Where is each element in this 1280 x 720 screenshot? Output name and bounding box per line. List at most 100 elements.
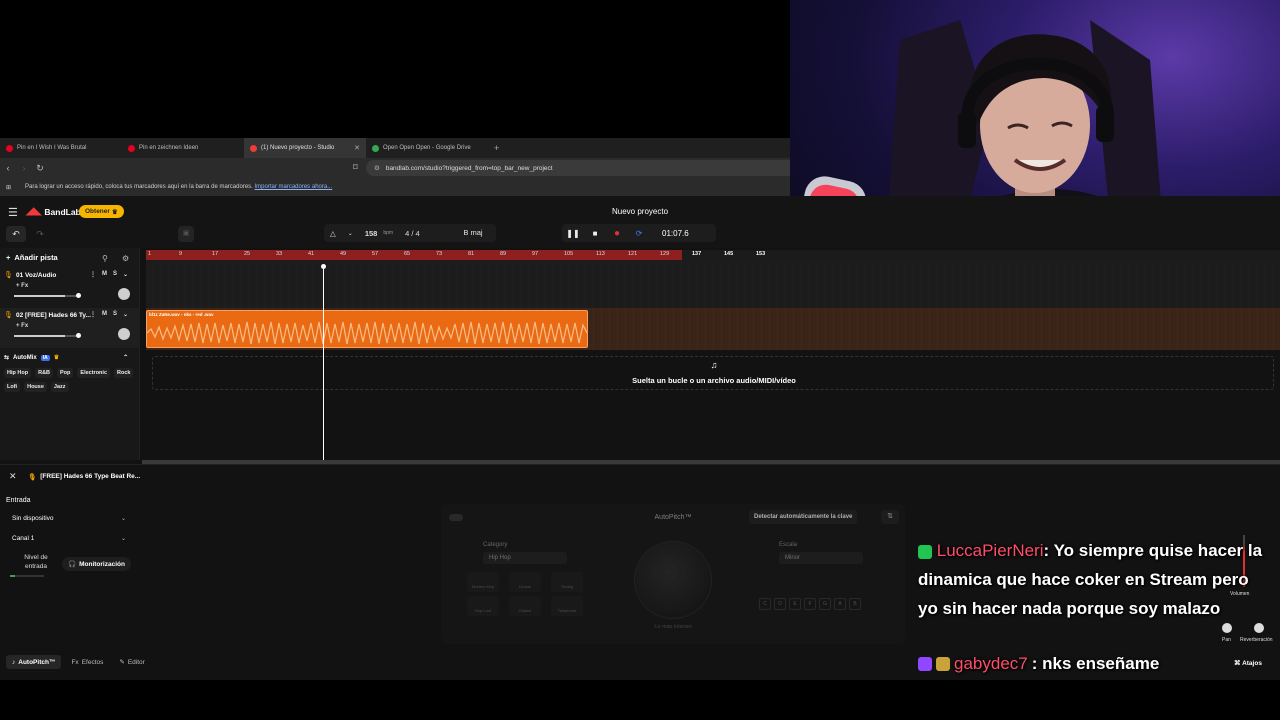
note-button[interactable]: D bbox=[774, 598, 786, 610]
tab-label: (1) Nuevo proyecto - Studio bbox=[261, 145, 335, 151]
preset-button[interactable]: Hop Lord bbox=[467, 596, 499, 616]
tab-efectos[interactable]: Fx Efectos bbox=[65, 655, 109, 669]
playhead-handle[interactable] bbox=[321, 264, 326, 269]
close-tab-icon[interactable]: ✕ bbox=[354, 144, 360, 152]
import-bookmarks-link[interactable]: Importar marcadores ahora... bbox=[255, 184, 333, 190]
autopitch-intensity-knob[interactable] bbox=[635, 542, 711, 618]
pan-knob[interactable] bbox=[118, 288, 130, 300]
chevron-down-icon[interactable]: ⌄ bbox=[342, 230, 359, 237]
sliders-icon[interactable]: ⇅ bbox=[881, 510, 899, 524]
grid-settings-icon[interactable]: ⚙ bbox=[122, 254, 129, 263]
chat-username: LuccaPierNeri bbox=[936, 541, 1044, 560]
preset-button[interactable]: Octave bbox=[509, 596, 541, 616]
tab-editor[interactable]: ✎ Editor bbox=[113, 655, 150, 669]
pan-knob[interactable] bbox=[118, 328, 130, 340]
more-icon[interactable]: ⋮ bbox=[90, 311, 96, 318]
address-bar[interactable]: ⚙ bandlab.com/studio?triggered_from=top_… bbox=[366, 160, 790, 176]
undo-button[interactable]: ↶ bbox=[6, 226, 26, 242]
genre-chip[interactable]: R&B bbox=[35, 368, 54, 378]
tuning-fork-icon[interactable]: ⚲ bbox=[102, 254, 108, 263]
tab-studio[interactable]: (1) Nuevo proyecto - Studio ✕ bbox=[244, 138, 366, 158]
scale-dropdown[interactable]: Minor bbox=[779, 552, 863, 564]
key-selector[interactable]: B maj bbox=[450, 224, 496, 242]
back-icon[interactable]: ‹ bbox=[0, 163, 16, 173]
track-name[interactable]: 01 Voz/Audio bbox=[16, 272, 56, 279]
tab-google-drive[interactable]: Open Open Open - Google Drive bbox=[366, 138, 488, 158]
genre-chip[interactable]: Hip Hop bbox=[4, 368, 32, 378]
audio-clip[interactable]: bl1z ZaNe.wav - nks - red .wav bbox=[146, 310, 588, 348]
record-button[interactable]: ● bbox=[606, 228, 628, 239]
bookmark-icon[interactable]: ⌑ bbox=[353, 162, 358, 173]
track-header-beat[interactable]: 🎙 02 [FREE] Hades 66 Ty... + Fx ⋮ M S ⌄ bbox=[0, 308, 140, 348]
obtener-button[interactable]: Obtener ♛ bbox=[79, 205, 124, 218]
volume-slider-handle[interactable] bbox=[76, 333, 81, 338]
add-track-button[interactable]: + Añadir pista bbox=[6, 253, 58, 262]
tab-pin-brutal[interactable]: Pin en I Wish I Was Brutal bbox=[0, 138, 122, 158]
site-info-icon[interactable]: ⚙ bbox=[374, 164, 380, 172]
genre-chip[interactable]: Electronic bbox=[77, 368, 110, 378]
note-button[interactable]: F bbox=[804, 598, 816, 610]
master-pan-knob[interactable] bbox=[1222, 623, 1232, 633]
note-button[interactable]: B bbox=[849, 598, 861, 610]
genre-chip[interactable]: House bbox=[24, 382, 47, 392]
chevron-down-icon[interactable]: ⌄ bbox=[123, 271, 128, 278]
track-header-voz[interactable]: 🎙 01 Voz/Audio + Fx ⋮ M S ⌄ bbox=[0, 268, 140, 308]
tab-pin-zeichnen[interactable]: Pin en zeichnen Ideen bbox=[122, 138, 244, 158]
category-dropdown[interactable]: Hip Hop bbox=[483, 552, 567, 564]
drop-zone[interactable]: ♫ Suelta un bucle o un archivo audio/MID… bbox=[152, 356, 1274, 390]
genre-chips: Hip Hop R&B Pop Electronic Rock Lofi Hou… bbox=[4, 368, 136, 392]
timeline-ruler[interactable]: 1 9 17 25 33 41 49 57 65 73 81 89 97 105… bbox=[146, 250, 1280, 260]
preset-button[interactable]: Telephone bbox=[551, 596, 583, 616]
time-signature[interactable]: 4 / 4 bbox=[399, 229, 426, 238]
loop-button[interactable]: ⟳ bbox=[628, 229, 650, 238]
pause-button[interactable]: ❚❚ bbox=[562, 229, 584, 238]
automix-header[interactable]: ⇆ AutoMix IA ♛ ⌃ bbox=[4, 354, 128, 361]
genre-chip[interactable]: Pop bbox=[57, 368, 74, 378]
genre-chip[interactable]: Lofi bbox=[4, 382, 21, 392]
redo-button[interactable]: ↷ bbox=[30, 226, 50, 242]
genre-chip[interactable]: Jazz bbox=[50, 382, 69, 392]
track-name[interactable]: 02 [FREE] Hades 66 Ty... bbox=[16, 312, 91, 319]
save-icon[interactable]: ▣ bbox=[178, 226, 194, 242]
close-icon[interactable]: ✕ bbox=[9, 471, 17, 482]
channel-dropdown[interactable]: Canal 1 ⌄ bbox=[6, 531, 132, 545]
bandlab-logo[interactable]: ◢◣ BandLab bbox=[26, 206, 81, 217]
solo-button[interactable]: S bbox=[113, 311, 117, 318]
volume-slider[interactable] bbox=[14, 295, 80, 297]
chevron-down-icon[interactable]: ⌄ bbox=[123, 311, 128, 318]
add-fx-button[interactable]: + Fx bbox=[16, 283, 28, 289]
preset-button[interactable]: Tuning bbox=[551, 572, 583, 592]
reload-icon[interactable]: ↻ bbox=[32, 163, 48, 174]
project-title[interactable]: Nuevo proyecto bbox=[580, 207, 700, 216]
metronome-icon[interactable]: △ bbox=[324, 229, 342, 238]
tab-autopitch[interactable]: ♪ AutoPitch™ bbox=[6, 655, 62, 669]
apps-grid-icon[interactable]: ⊞ bbox=[6, 184, 11, 191]
more-icon[interactable]: ⋮ bbox=[90, 271, 96, 278]
playhead[interactable] bbox=[323, 266, 324, 460]
new-tab-button[interactable]: + bbox=[488, 143, 505, 153]
note-button[interactable]: A bbox=[834, 598, 846, 610]
auto-detect-key-button[interactable]: Detectar automáticamente la clave bbox=[749, 510, 858, 524]
add-fx-button[interactable]: + Fx bbox=[16, 323, 28, 329]
preset-button[interactable]: Modern Hop bbox=[467, 572, 499, 592]
mute-button[interactable]: M bbox=[102, 271, 107, 278]
note-button[interactable]: E bbox=[789, 598, 801, 610]
stop-button[interactable]: ■ bbox=[584, 229, 606, 238]
genre-chip[interactable]: Rock bbox=[114, 368, 134, 378]
reverb-knob[interactable] bbox=[1254, 623, 1264, 633]
tab-label: Pin en zeichnen Ideen bbox=[139, 145, 199, 151]
input-device-dropdown[interactable]: Sin dispositivo ⌄ bbox=[6, 511, 132, 525]
note-button[interactable]: C bbox=[759, 598, 771, 610]
note-button[interactable]: G bbox=[819, 598, 831, 610]
timeline[interactable]: 1 9 17 25 33 41 49 57 65 73 81 89 97 105… bbox=[146, 248, 1280, 460]
chevron-up-icon[interactable]: ⌃ bbox=[123, 354, 128, 361]
forward-icon[interactable]: › bbox=[16, 163, 32, 173]
menu-icon[interactable]: ☰ bbox=[8, 206, 18, 219]
track-lane-voz[interactable] bbox=[146, 260, 1280, 308]
mute-button[interactable]: M bbox=[102, 311, 107, 318]
monitoring-button[interactable]: 🎧 Monitorización bbox=[62, 557, 131, 571]
volume-slider-handle[interactable] bbox=[76, 293, 81, 298]
volume-slider[interactable] bbox=[14, 335, 80, 337]
solo-button[interactable]: S bbox=[113, 271, 117, 278]
preset-button[interactable]: Drums bbox=[509, 572, 541, 592]
